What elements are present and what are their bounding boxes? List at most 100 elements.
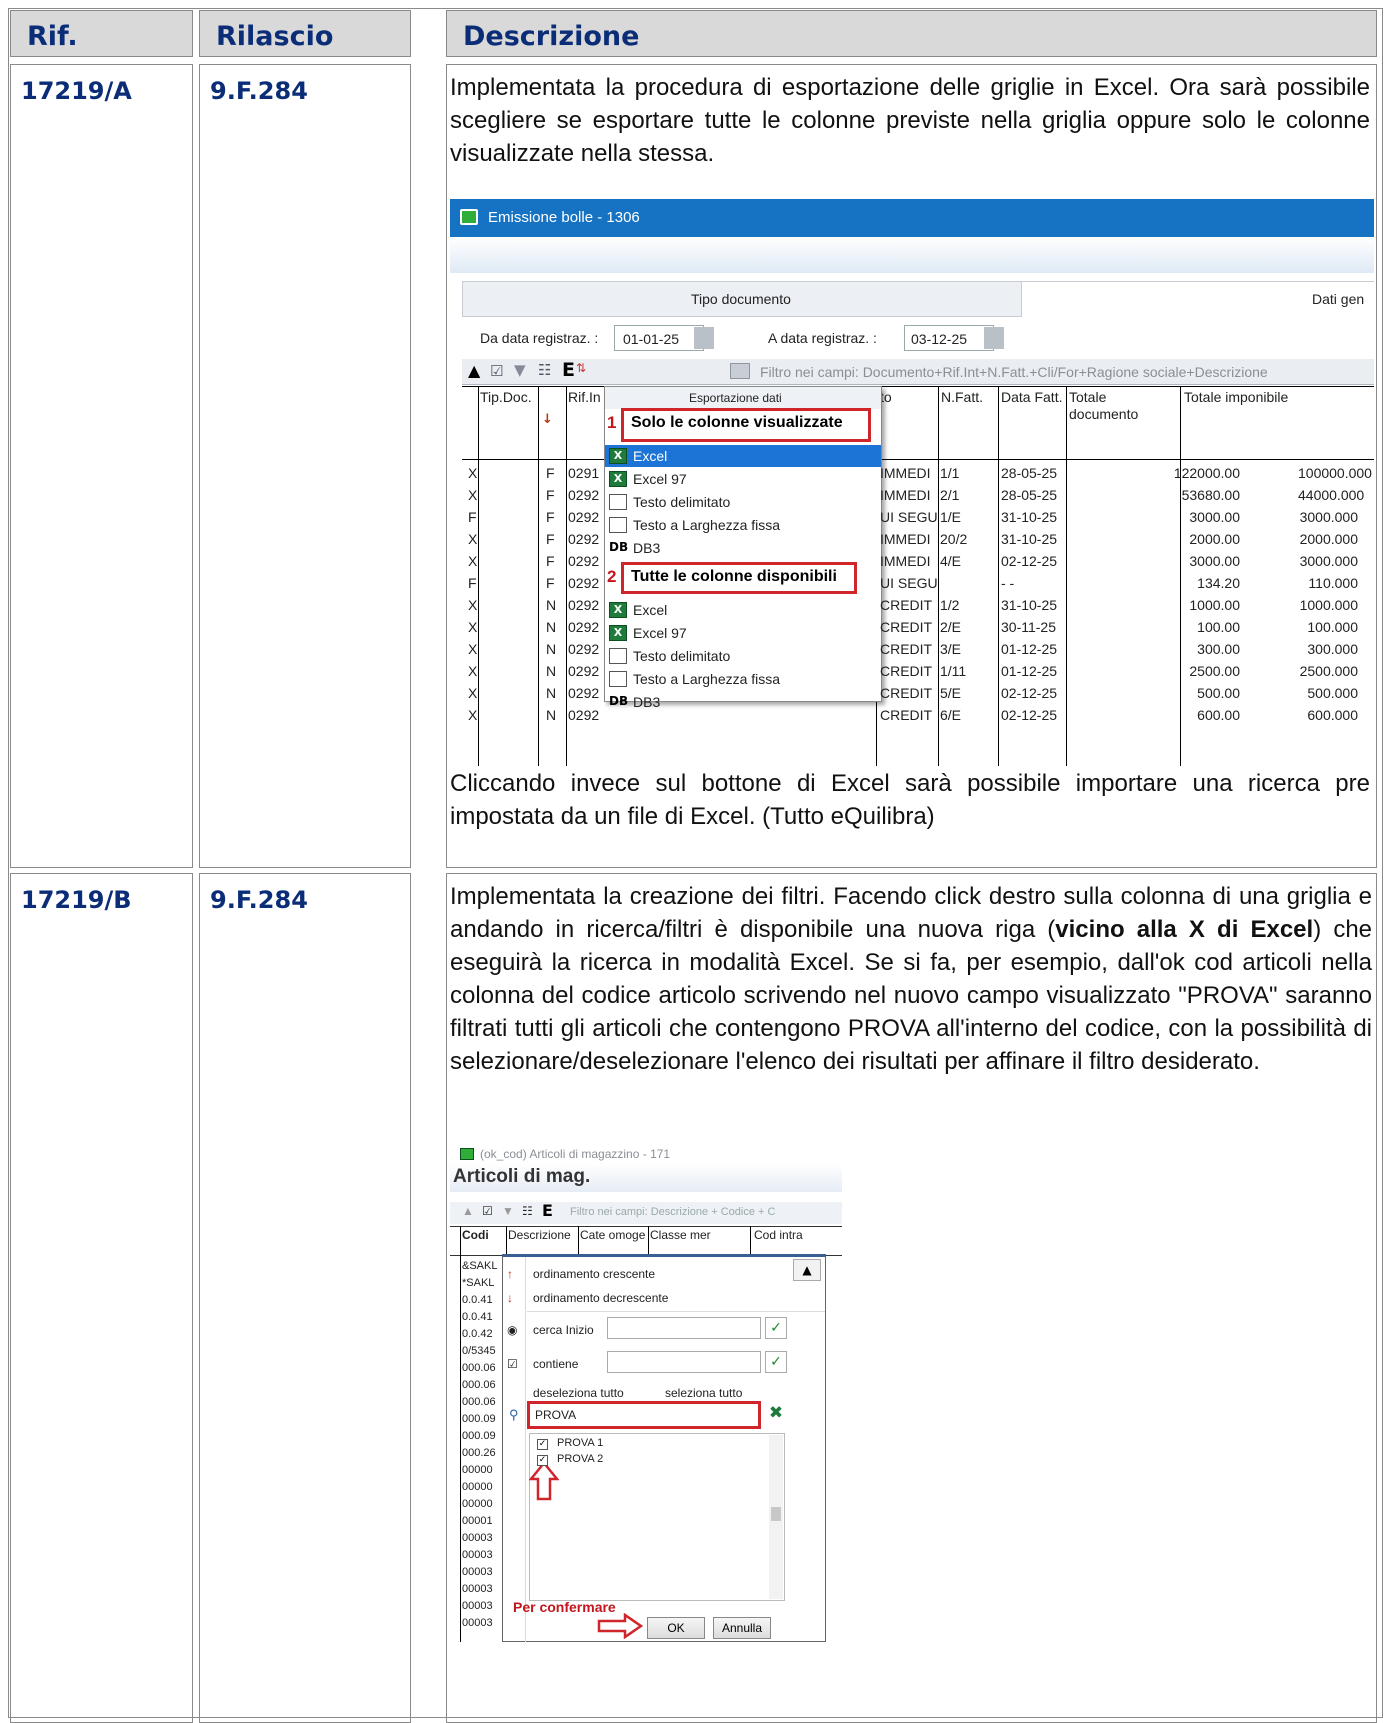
contains-confirm[interactable]: ✓	[765, 1351, 787, 1373]
code-cell[interactable]: 00003	[462, 1600, 493, 1612]
mail-icon[interactable]	[730, 363, 750, 379]
grid-cell: N	[546, 663, 557, 679]
grid-filter-input[interactable]: Filtro nei campi: Documento+Rif.Int+N.Fa…	[760, 364, 1268, 380]
code-cell[interactable]: 000.09	[462, 1430, 496, 1442]
date-from-field[interactable]: 01-01-25	[614, 325, 704, 351]
sort-asc-item[interactable]: ordinamento crescente	[533, 1267, 655, 1281]
code-cell[interactable]: 00003	[462, 1566, 493, 1578]
filter-clear-icon[interactable]: ☑	[490, 362, 503, 380]
col-cod-intra[interactable]: Cod intra	[754, 1228, 803, 1242]
group1-label: Solo le colonne visualizzate	[631, 414, 843, 431]
ok-button[interactable]: OK	[647, 1617, 705, 1639]
col-n-fatt[interactable]: N.Fatt.	[941, 389, 983, 405]
code-cell[interactable]: 000.06	[462, 1362, 496, 1374]
grid-cell: 2/1	[940, 487, 960, 503]
code-cell[interactable]: 00003	[462, 1617, 493, 1629]
excel-x-icon[interactable]: ✖	[765, 1403, 787, 1425]
code-cell[interactable]: 00003	[462, 1583, 493, 1595]
scroll-up-button[interactable]: ▲	[793, 1259, 821, 1281]
code-cell[interactable]: 00003	[462, 1549, 493, 1561]
cancel-button[interactable]: Annulla	[713, 1617, 771, 1639]
grid-cell: 0292	[568, 487, 600, 503]
code-cell[interactable]: 000.06	[462, 1379, 496, 1391]
grid-cell: 0292	[568, 553, 600, 569]
code-cell[interactable]: 0.0.41	[462, 1311, 493, 1323]
grid-cell: 6/E	[940, 707, 962, 723]
grid-cell: 1/2	[940, 597, 960, 613]
grid-cell: UI SEGU	[880, 575, 938, 591]
code-cell[interactable]: *SAKL	[462, 1277, 494, 1289]
code-cell[interactable]: 00001	[462, 1515, 493, 1527]
col-codice[interactable]: Codi	[462, 1228, 489, 1242]
row-a-release: 9.F.284	[199, 64, 411, 868]
col-descrizione[interactable]: Descrizione	[508, 1228, 571, 1242]
select-all-link[interactable]: seleziona tutto	[665, 1386, 742, 1400]
col-data-fatt[interactable]: Data Fatt.	[1001, 389, 1062, 405]
grid-cell: 2/E	[940, 619, 962, 635]
grid-cell: F	[546, 509, 555, 525]
grid-cell: 44000.000	[1298, 487, 1365, 503]
excel-export-icon[interactable]: E	[542, 1201, 553, 1220]
row-a-ref: 17219/A	[10, 64, 193, 868]
col-tip-doc[interactable]: Tip.Doc.	[480, 389, 532, 405]
code-cell[interactable]: &SAKL	[462, 1260, 497, 1272]
grid-cell: 2500.000	[1299, 663, 1358, 679]
columns-icon[interactable]: ☷	[522, 1204, 533, 1218]
col-classe-mer[interactable]: Classe mer	[650, 1228, 711, 1242]
sort-az-icon: ↓	[542, 412, 553, 427]
row-b-description: Implementata la creazione dei filtri. Fa…	[446, 873, 1377, 1723]
columns-icon[interactable]: ☷	[538, 361, 551, 379]
col-totale-imponibile[interactable]: Totale imponibile	[1184, 389, 1288, 405]
funnel-icon[interactable]: ▼	[502, 1204, 514, 1218]
grid-cell: CREDIT	[880, 685, 933, 701]
grid-cell: 1/E	[940, 509, 962, 525]
excel-export-icon[interactable]: E	[562, 359, 575, 381]
scroll-thumb[interactable]	[771, 1507, 781, 1521]
code-cell[interactable]: 0.0.41	[462, 1294, 493, 1306]
grid-cell: 1000.000	[1299, 597, 1358, 613]
export-arrow-icon: ⇅	[576, 361, 587, 375]
date-from-picker-button[interactable]	[694, 327, 714, 349]
search-start-input[interactable]	[607, 1317, 761, 1339]
col-cate-omoge[interactable]: Cate omoge	[580, 1228, 645, 1242]
col-totale-documento[interactable]: Totale documento	[1069, 389, 1169, 423]
arrow-up-icon[interactable]: ▲	[462, 1204, 474, 1218]
code-cell[interactable]: 0/5345	[462, 1345, 496, 1357]
code-cell[interactable]: 000.06	[462, 1396, 496, 1408]
code-cell[interactable]: 0.0.42	[462, 1328, 493, 1340]
grid-cell: 0292	[568, 597, 600, 613]
sort-asc-icon: ↑	[507, 1267, 513, 1281]
code-cell[interactable]: 00000	[462, 1464, 493, 1476]
grid-filter-input-2[interactable]: Filtro nei campi: Descrizione + Codice +…	[570, 1206, 775, 1218]
window-title-2: (ok_cod) Articoli di magazzino - 171	[480, 1147, 671, 1161]
deselect-all-link[interactable]: deseleziona tutto	[533, 1386, 624, 1400]
code-cell[interactable]: 000.09	[462, 1413, 496, 1425]
date-to-field[interactable]: 03-12-25	[904, 325, 994, 351]
grid-cell: 02-12-25	[1001, 685, 1058, 701]
result-checkbox[interactable]: ✓	[537, 1455, 548, 1466]
excel-search-input[interactable]: PROVA	[531, 1405, 757, 1425]
date-to-picker-button[interactable]	[984, 327, 1004, 349]
contains-input[interactable]	[607, 1351, 761, 1373]
code-cell[interactable]: 00003	[462, 1532, 493, 1544]
export-menu-title: Esportazione dati	[605, 387, 881, 409]
tab-tipo-documento[interactable]: Tipo documento	[462, 281, 1022, 317]
grid-cell: 110.000	[1308, 575, 1358, 591]
code-cell[interactable]: 00000	[462, 1498, 493, 1510]
row-a-text-2: Cliccando invece sul bottone di Excel sa…	[450, 770, 1370, 830]
code-cell[interactable]: 000.26	[462, 1447, 496, 1459]
sort-desc-item[interactable]: ordinamento decrescente	[533, 1291, 668, 1305]
result-checkbox[interactable]: ✓	[537, 1439, 548, 1450]
code-cell[interactable]: 00000	[462, 1481, 493, 1493]
search-start-confirm[interactable]: ✓	[765, 1317, 787, 1339]
tab-dati-gen[interactable]: Dati gen	[1022, 281, 1374, 317]
grid-cell: N	[546, 619, 557, 635]
filter-clear-icon[interactable]: ☑	[482, 1204, 493, 1218]
grid-cell: IMMEDI	[880, 531, 931, 547]
grid-cell: 100.00	[1197, 619, 1240, 635]
funnel-icon[interactable]: ▼	[514, 361, 526, 379]
col-rif-int[interactable]: Rif.In	[568, 389, 601, 405]
arrow-up-icon[interactable]: ▲	[468, 361, 480, 380]
grid-cell: X	[468, 707, 478, 723]
grid-cell: X	[468, 641, 478, 657]
